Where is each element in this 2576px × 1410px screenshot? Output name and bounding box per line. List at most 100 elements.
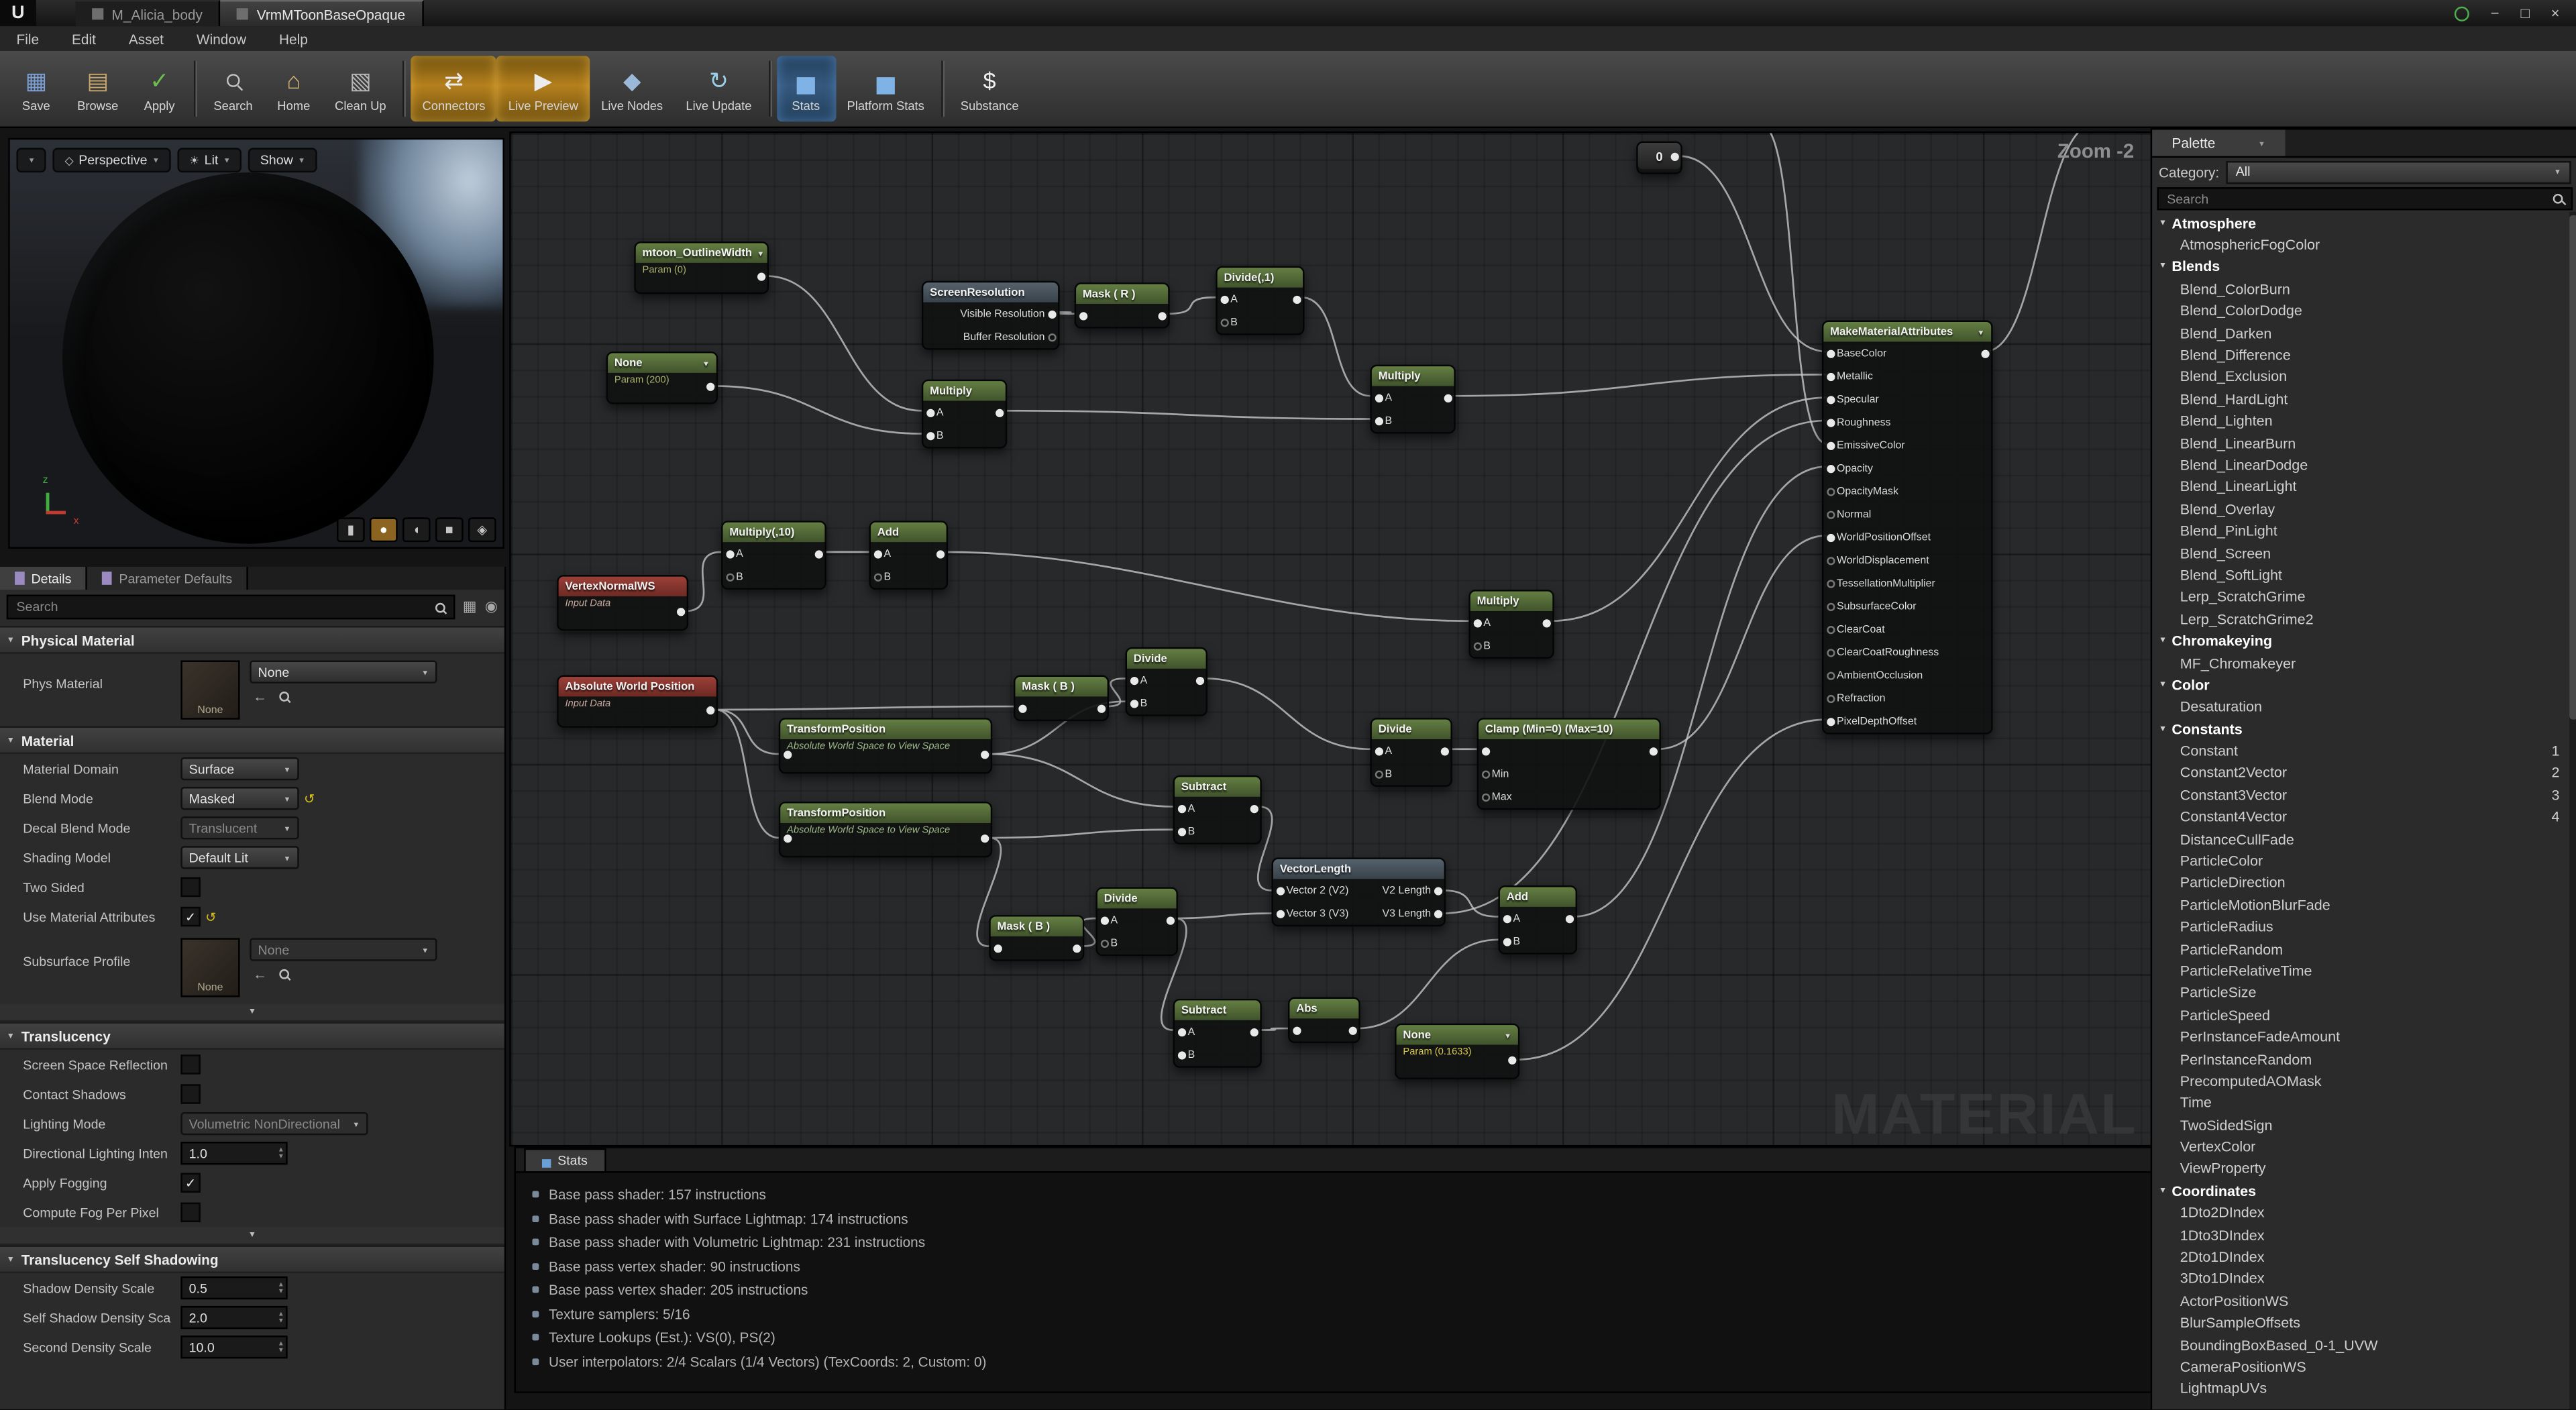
input-pin[interactable] (1220, 295, 1228, 303)
palette-item-twosidedsign[interactable]: TwoSidedSign (2152, 1114, 2569, 1136)
palette-item-1dto3dindex[interactable]: 1Dto3DIndex (2152, 1224, 2569, 1246)
output-pin[interactable] (1157, 311, 1165, 319)
input-pin[interactable] (1826, 694, 1834, 702)
toolbar-button-platform-stats[interactable]: ▅Platform Stats (835, 56, 936, 121)
graph-node-multiply[interactable]: MultiplyAB (1468, 590, 1554, 659)
palette-category-blends[interactable]: ▼Blends (2152, 256, 2569, 278)
input-pin[interactable] (1826, 487, 1834, 495)
palette-item-blend-linearlight[interactable]: Blend_LinearLight (2152, 476, 2569, 498)
input-pin[interactable] (1481, 747, 1489, 755)
checkbox-apply-fogging[interactable]: ✓ (180, 1173, 200, 1193)
input-pin[interactable] (1375, 394, 1383, 402)
palette-item-1dto2dindex[interactable]: 1Dto2DIndex (2152, 1202, 2569, 1224)
output-pin[interactable] (1047, 333, 1055, 341)
mesh-button-sphere-icon[interactable]: ● (370, 517, 398, 542)
palette-item-atmosphericfogcolor[interactable]: AtmosphericFogColor (2152, 234, 2569, 256)
checkbox-two-sided[interactable] (180, 877, 200, 897)
input-pin[interactable] (1826, 533, 1834, 541)
input-pin[interactable] (1826, 510, 1834, 518)
use-selected-arrow-icon[interactable]: ← (253, 966, 267, 982)
palette-item-precomputedaomask[interactable]: PrecomputedAOMask (2152, 1070, 2569, 1092)
input-pin[interactable] (873, 572, 881, 580)
dropdown-blend-mode[interactable]: Masked▼ (180, 787, 299, 810)
input-pin[interactable] (1826, 395, 1834, 403)
toolbar-button-apply[interactable]: ✓Apply (130, 56, 189, 121)
palette-item-mf-chromakeyer[interactable]: MF_Chromakeyer (2152, 652, 2569, 674)
spin-down-icon[interactable]: ▼ (278, 1317, 284, 1324)
tab-parameter-defaults[interactable]: Parameter Defaults (88, 567, 249, 590)
section-header-physical-material[interactable]: ▼Physical Material (0, 626, 504, 654)
checkbox-compute-fog-per-pixel[interactable] (180, 1203, 200, 1222)
palette-item-blend-overlay[interactable]: Blend_Overlay (2152, 498, 2569, 520)
palette-item-camerapositionws[interactable]: CameraPositionWS (2152, 1356, 2569, 1378)
palette-item-time[interactable]: Time (2152, 1092, 2569, 1114)
graph-node-multiply[interactable]: MultiplyAB (922, 380, 1007, 449)
checkbox-use-material-attributes[interactable]: ✓ (180, 907, 200, 926)
palette-item-blend-lighten[interactable]: Blend_Lighten (2152, 410, 2569, 432)
section-header-material[interactable]: ▼Material (0, 726, 504, 754)
palette-item-particlesize[interactable]: ParticleSize (2152, 982, 2569, 1004)
checkbox-screen-space-reflection[interactable] (180, 1054, 200, 1074)
toolbar-button-substance[interactable]: $Substance (949, 56, 1030, 121)
output-pin[interactable] (1348, 1026, 1356, 1034)
input-pin[interactable] (926, 409, 934, 417)
output-pin[interactable] (1249, 1028, 1257, 1036)
graph-node-none[interactable]: None▼Param (200) (606, 351, 718, 404)
palette-category-constants[interactable]: ▼Constants (2152, 718, 2569, 740)
palette-item-particlemotionblurfade[interactable]: ParticleMotionBlurFade (2152, 894, 2569, 916)
section-expander[interactable]: ▼ (0, 1227, 504, 1245)
graph-node-divide[interactable]: DivideAB (1095, 887, 1177, 956)
input-pin[interactable] (1481, 793, 1489, 801)
viewport-button-show[interactable]: Show▼ (249, 148, 317, 172)
graph-node-divide[interactable]: DivideAB (1370, 718, 1452, 787)
property-matrix-icon[interactable]: ▦ (463, 600, 477, 614)
palette-item-constant2vector[interactable]: Constant2Vector2 (2152, 762, 2569, 784)
mesh-button-teapot-icon[interactable]: ◖ (402, 517, 431, 542)
chevron-down-icon[interactable]: ▼ (2258, 139, 2265, 147)
output-pin[interactable] (1195, 676, 1203, 684)
graph-node-clamp-min-0-max-10[interactable]: Clamp (Min=0) (Max=10)MinMax (1477, 718, 1661, 810)
toolbar-button-live-preview[interactable]: ▶Live Preview (497, 56, 590, 121)
close-icon[interactable]: × (2551, 6, 2560, 21)
toolbar-button-browse[interactable]: ▤Browse (66, 56, 130, 121)
input-pin[interactable] (725, 549, 733, 557)
palette-item-blend-hardlight[interactable]: Blend_HardLight (2152, 388, 2569, 410)
palette-item-distancecullfade[interactable]: DistanceCullFade (2152, 828, 2569, 850)
input-pin[interactable] (1292, 1026, 1300, 1034)
palette-item-vertexcolor[interactable]: VertexColor (2152, 1136, 2569, 1158)
input-pin[interactable] (1826, 464, 1834, 472)
input-pin[interactable] (1826, 418, 1834, 426)
input-pin[interactable] (1826, 556, 1834, 564)
palette-item-blend-linearburn[interactable]: Blend_LinearBurn (2152, 432, 2569, 454)
graph-node-divide-1[interactable]: Divide(,1)AB (1216, 266, 1304, 335)
tab-stats[interactable]: ▅ Stats (524, 1148, 606, 1171)
graph-node-multiply-10[interactable]: Multiply(,10)AB (721, 521, 826, 590)
graph-node-transformposition[interactable]: TransformPositionAbsolute World Space to… (779, 718, 992, 773)
input-pin[interactable] (1375, 769, 1383, 777)
input-pin[interactable] (1826, 441, 1834, 449)
palette-item-lerp-scratchgrime2[interactable]: Lerp_ScratchGrime2 (2152, 608, 2569, 630)
palette-item-particleradius[interactable]: ParticleRadius (2152, 916, 2569, 938)
toolbar-button-save[interactable]: ▦Save (7, 56, 66, 121)
spinner-self-shadow-density-sca[interactable]: 2.0▲▼ (180, 1306, 287, 1329)
maximize-icon[interactable]: □ (2520, 6, 2529, 21)
graph-node-divide[interactable]: DivideAB (1126, 647, 1208, 716)
palette-search-input[interactable]: Search (2157, 187, 2573, 210)
material-graph-canvas[interactable]: MATERIAL 0mtoon_OutlineWidth▼Param (0)Sc… (509, 131, 2152, 1146)
input-pin[interactable] (1276, 886, 1284, 894)
output-pin[interactable] (676, 608, 684, 616)
palette-item-blend-exclusion[interactable]: Blend_Exclusion (2152, 366, 2569, 388)
graph-node-subtract[interactable]: SubtractAB (1173, 775, 1262, 845)
input-pin[interactable] (1177, 1028, 1185, 1036)
toolbar-button-clean-up[interactable]: ▧Clean Up (323, 56, 398, 121)
output-pin[interactable] (936, 549, 944, 557)
input-pin[interactable] (1100, 916, 1108, 924)
view-options-eye-icon[interactable]: ◉ (485, 600, 498, 614)
palette-category-color[interactable]: ▼Color (2152, 674, 2569, 696)
graph-node-screenresolution[interactable]: ScreenResolutionVisible ResolutionBuffer… (922, 281, 1060, 350)
palette-item-blend-colorburn[interactable]: Blend_ColorBurn (2152, 278, 2569, 300)
input-pin[interactable] (1826, 372, 1834, 380)
graph-node-mask-r[interactable]: Mask ( R ) (1075, 282, 1170, 329)
palette-item-constant3vector[interactable]: Constant3Vector3 (2152, 784, 2569, 806)
palette-item-particledirection[interactable]: ParticleDirection (2152, 872, 2569, 894)
